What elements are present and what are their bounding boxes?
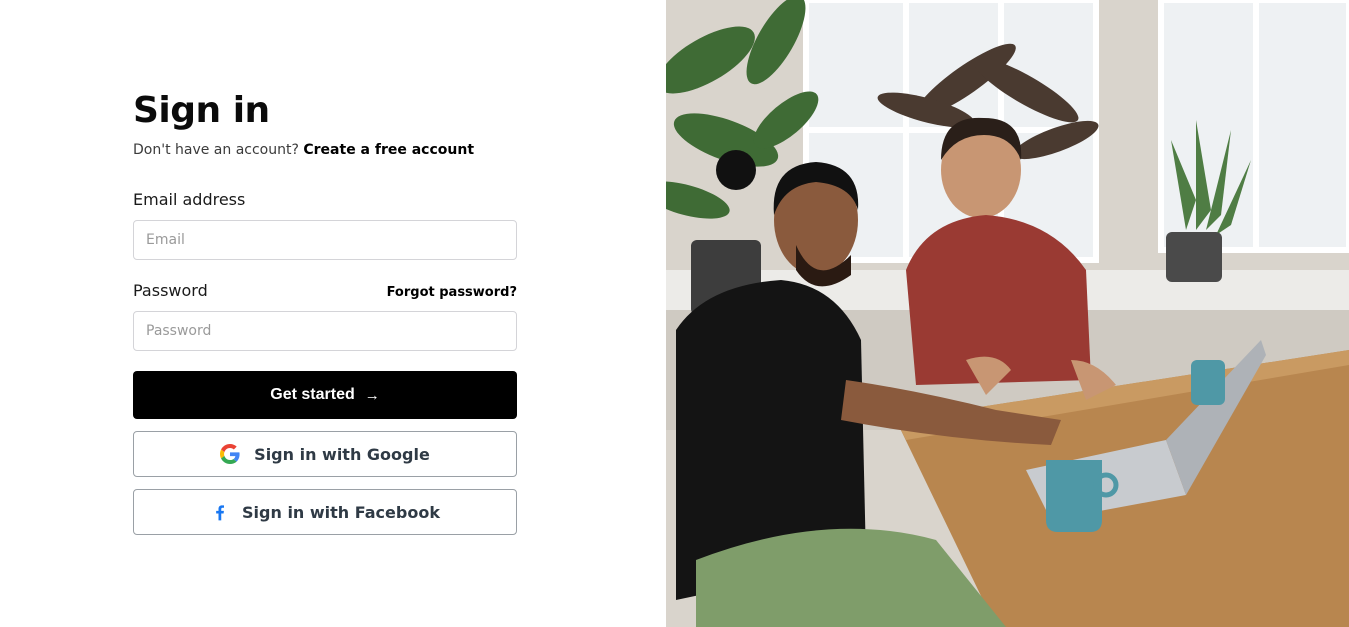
facebook-icon (216, 505, 225, 521)
page-title: Sign in (133, 90, 270, 131)
office-scene-illustration (666, 0, 1349, 627)
google-icon (220, 444, 240, 464)
create-account-link[interactable]: Create a free account (303, 142, 474, 158)
arrow-right-icon: → (364, 386, 380, 404)
signin-form: Sign in Don't have an account? Create a … (133, 88, 517, 535)
get-started-button[interactable]: Get started → (133, 371, 517, 419)
facebook-signin-button[interactable]: Sign in with Facebook (133, 489, 517, 535)
signin-panel: Sign in Don't have an account? Create a … (0, 0, 666, 627)
email-input[interactable] (133, 220, 517, 260)
password-label-row: Password Forgot password? (133, 281, 517, 300)
get-started-label: Get started (270, 386, 355, 403)
facebook-signin-label: Sign in with Facebook (242, 502, 440, 522)
no-account-text: Don't have an account? (133, 142, 299, 158)
forgot-password-link[interactable]: Forgot password? (387, 285, 517, 300)
hero-photo (666, 0, 1349, 627)
password-input[interactable] (133, 311, 517, 351)
password-label: Password (133, 281, 208, 300)
google-signin-label: Sign in with Google (254, 444, 430, 464)
email-label: Email address (133, 190, 246, 209)
signup-prompt: Don't have an account? Create a free acc… (133, 142, 517, 158)
google-signin-button[interactable]: Sign in with Google (133, 431, 517, 477)
